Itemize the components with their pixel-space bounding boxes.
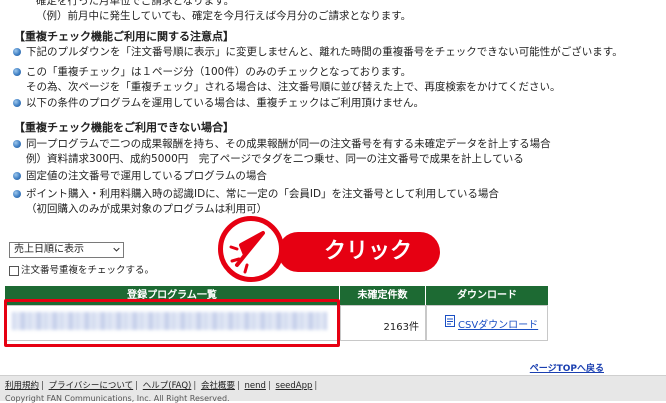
main-content: 確定を行った月単位でご請求となります。 （例）前月中に発生していても、確定を今月… [0, 0, 666, 374]
click-badge-text: クリック [323, 239, 412, 264]
section2-title: 【重複チェック機能をご利用できない場合】 [14, 121, 234, 134]
section1-item-3: その為、次ページを「重複チェック」される場合は、注文番号順に並び替えた上で、再度… [26, 81, 561, 93]
note-top-line1: 確定を行った月単位でご請求となります。 [36, 0, 235, 7]
header-download: ダウンロード [426, 286, 548, 305]
section1-item-1: 下記のプルダウンを「注文番号順に表示」に変更しませんと、離れた時間の重複番号をチ… [26, 46, 623, 58]
footer-link-terms[interactable]: 利用規約 [5, 381, 39, 391]
duplicate-check-label: 注文番号重複をチェックする。 [21, 265, 155, 276]
csv-download-link[interactable]: CSVダウンロード [458, 316, 538, 331]
bullet-icon [13, 190, 21, 198]
footer-links: 利用規約 | プライバシーについて | ヘルプ(FAQ) | 会社概要 | nend | … [5, 381, 318, 391]
section2-item-4: ポイント購入・利用料購入時の認識IDに、常に一定の「会員ID」を注文番号として利… [26, 188, 499, 200]
bullet-icon [13, 99, 21, 107]
bullet-icon [13, 140, 21, 148]
footer-link-company[interactable]: 会社概要 [201, 381, 235, 391]
duplicate-check-checkbox[interactable] [9, 266, 19, 276]
sort-select[interactable]: 売上日順に表示 [9, 242, 124, 258]
note-top-line2: （例）前月中に発生していても、確定を今月行えば今月分のご請求となります。 [36, 10, 412, 22]
unconfirmed-count: 2163件 [383, 322, 419, 333]
section1-title: 【重複チェック機能ご利用に関する注意点】 [14, 30, 234, 43]
chevron-down-icon [113, 247, 120, 252]
footer-link-nend[interactable]: nend [245, 381, 266, 391]
footer-link-seedapp[interactable]: seedApp [276, 381, 313, 391]
sort-select-value: 売上日順に表示 [14, 244, 84, 255]
bullet-icon [13, 48, 21, 56]
page-top-link[interactable]: ページTOPへ戻る [530, 361, 604, 374]
section2-item-1: 同一プログラムで二つの成果報酬を持ち、その成果報酬が同一の注文番号を有する未確定… [26, 138, 551, 150]
section1-item-2: この「重複チェック」は１ページ分（100件）のみのチェックとなっております。 [26, 66, 412, 78]
cursor-arrow-icon [229, 231, 265, 274]
section2-item-5: （初回購入のみが成果対象のプログラムは利用可） [26, 203, 268, 215]
csv-file-icon[interactable] [445, 315, 455, 327]
header-unconfirmed-count: 未確定件数 [340, 286, 426, 305]
footer-link-help[interactable]: ヘルプ(FAQ) [143, 381, 192, 391]
section2-item-3: 固定値の注文番号で運用しているプログラムの場合 [26, 170, 267, 182]
click-badge-circle [218, 216, 284, 282]
bullet-icon [13, 172, 21, 180]
section2-item-2: 例）資料請求300円、成約5000円 完了ページでタグを二つ乗せ、同一の注文番号… [26, 153, 524, 165]
section1-item-4: 以下の条件のプログラムを運用している場合は、重複チェックはご利用頂けません。 [26, 97, 425, 109]
copyright: Copyright FAN Communications, Inc. All R… [5, 394, 230, 403]
highlight-box [4, 299, 340, 347]
bullet-icon [13, 68, 21, 76]
footer-link-privacy[interactable]: プライバシーについて [49, 381, 134, 391]
count-cell: 2163件 [340, 305, 426, 341]
